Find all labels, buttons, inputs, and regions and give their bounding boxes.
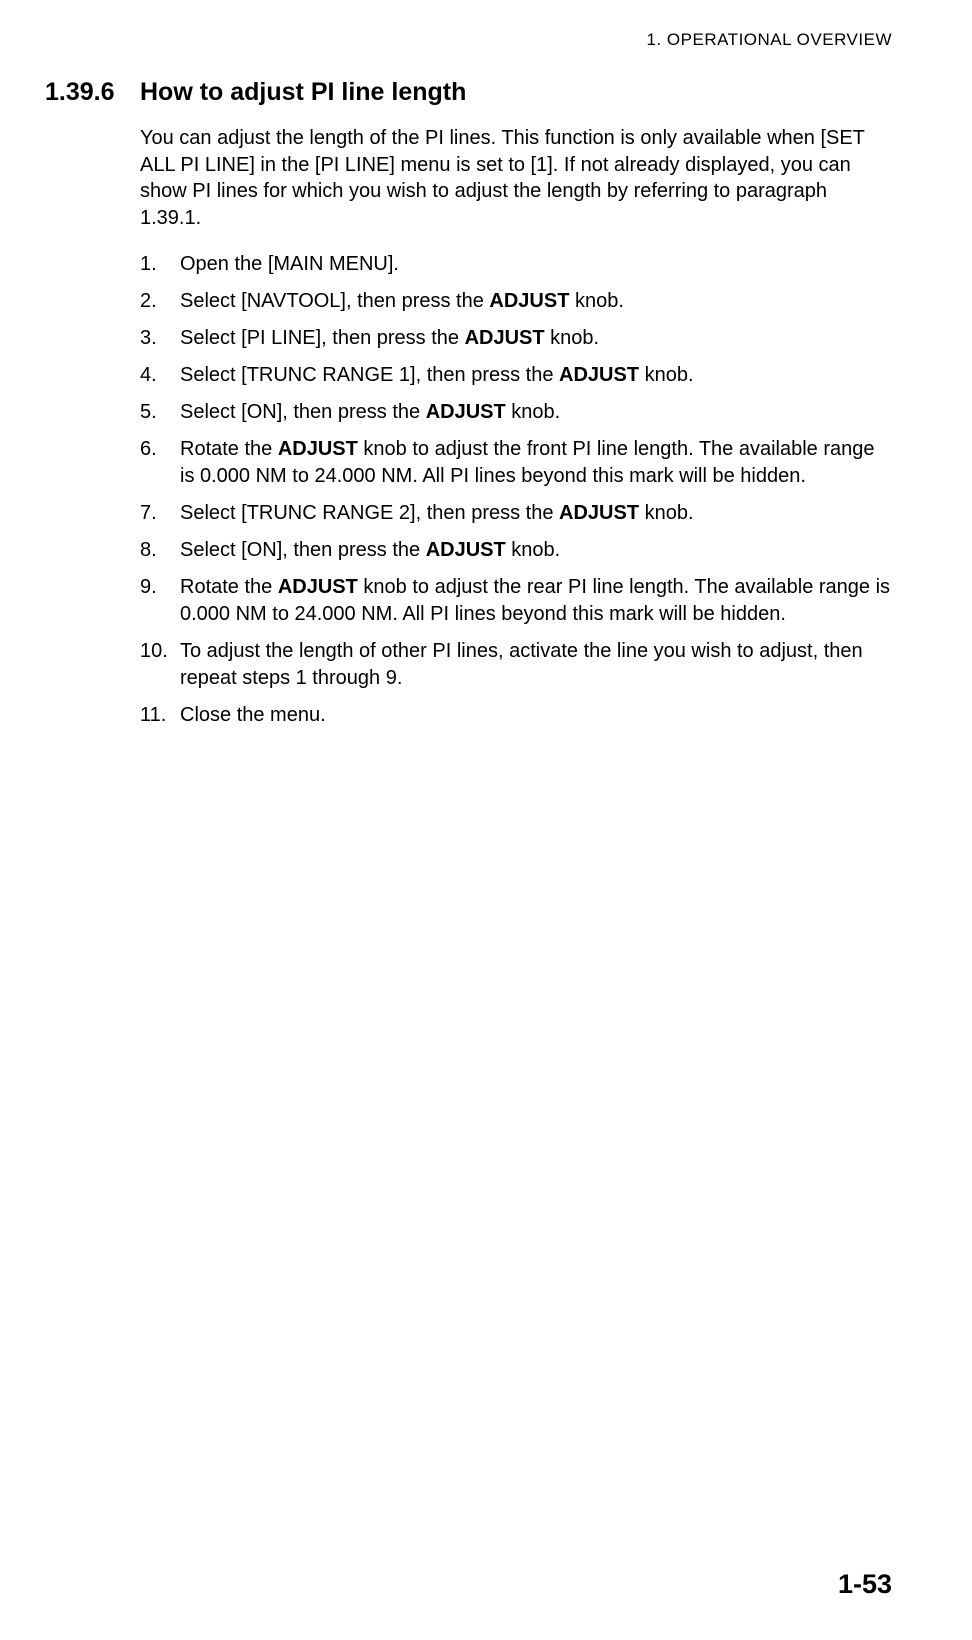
step-text: Close the menu. [180, 702, 892, 729]
step-3: 3.Select [PI LINE], then press the ADJUS… [140, 325, 892, 352]
section-title: How to adjust PI line length [140, 78, 892, 107]
step-number: 1. [140, 251, 180, 278]
step-6: 6.Rotate the ADJUST knob to adjust the f… [140, 436, 892, 490]
step-number: 4. [140, 362, 180, 389]
step-number: 8. [140, 537, 180, 564]
step-text: Open the [MAIN MENU]. [180, 251, 892, 278]
steps-list: 1.Open the [MAIN MENU].2.Select [NAVTOOL… [140, 251, 892, 729]
intro-paragraph: You can adjust the length of the PI line… [140, 125, 892, 231]
page-number: 1-53 [838, 1569, 892, 1600]
step-text: Select [NAVTOOL], then press the ADJUST … [180, 288, 892, 315]
step-10: 10.To adjust the length of other PI line… [140, 638, 892, 692]
step-text: Select [TRUNC RANGE 1], then press the A… [180, 362, 892, 389]
step-number: 11. [140, 702, 180, 729]
step-text: Select [TRUNC RANGE 2], then press the A… [180, 500, 892, 527]
step-1: 1.Open the [MAIN MENU]. [140, 251, 892, 278]
step-7: 7.Select [TRUNC RANGE 2], then press the… [140, 500, 892, 527]
step-text: Select [PI LINE], then press the ADJUST … [180, 325, 892, 352]
step-4: 4.Select [TRUNC RANGE 1], then press the… [140, 362, 892, 389]
step-number: 10. [140, 638, 180, 692]
step-number: 7. [140, 500, 180, 527]
step-text: Select [ON], then press the ADJUST knob. [180, 537, 892, 564]
step-number: 2. [140, 288, 180, 315]
chapter-header: 1. OPERATIONAL OVERVIEW [45, 30, 892, 50]
step-number: 3. [140, 325, 180, 352]
step-number: 6. [140, 436, 180, 490]
step-text: To adjust the length of other PI lines, … [180, 638, 892, 692]
step-8: 8.Select [ON], then press the ADJUST kno… [140, 537, 892, 564]
step-11: 11.Close the menu. [140, 702, 892, 729]
step-5: 5.Select [ON], then press the ADJUST kno… [140, 399, 892, 426]
step-number: 5. [140, 399, 180, 426]
section-number: 1.39.6 [45, 78, 140, 107]
step-9: 9.Rotate the ADJUST knob to adjust the r… [140, 574, 892, 628]
step-number: 9. [140, 574, 180, 628]
step-text: Rotate the ADJUST knob to adjust the rea… [180, 574, 892, 628]
step-text: Rotate the ADJUST knob to adjust the fro… [180, 436, 892, 490]
step-text: Select [ON], then press the ADJUST knob. [180, 399, 892, 426]
step-2: 2.Select [NAVTOOL], then press the ADJUS… [140, 288, 892, 315]
section-heading: 1.39.6 How to adjust PI line length [45, 78, 892, 107]
